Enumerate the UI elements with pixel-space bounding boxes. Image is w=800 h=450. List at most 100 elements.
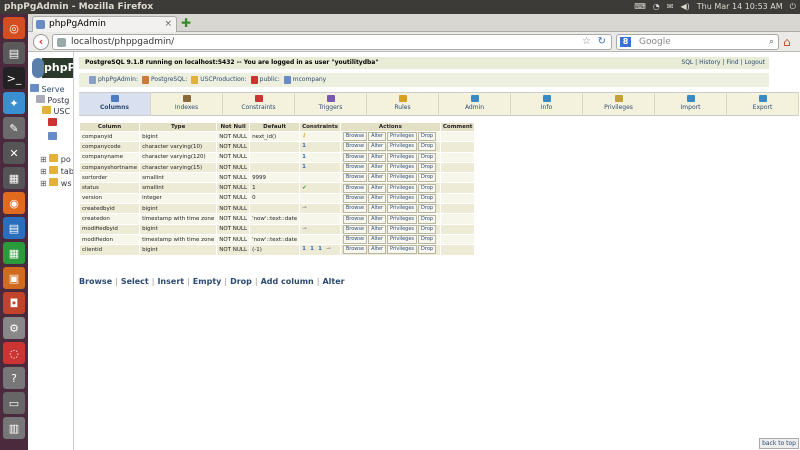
cell-column[interactable]: sortorder	[78, 172, 141, 184]
power-icon[interactable]: ⏻	[790, 0, 796, 14]
constraint-icon[interactable]: ⊸	[326, 246, 332, 253]
help-icon[interactable]: ◌	[3, 342, 25, 364]
tab-info[interactable]: Info	[511, 93, 583, 115]
tree-node-schema[interactable]	[48, 118, 57, 129]
alter-button[interactable]: Alter	[368, 142, 386, 152]
search-box[interactable]: 8 Google ⌕	[616, 34, 779, 50]
alter-button[interactable]: Alter	[368, 214, 386, 224]
system-settings-icon[interactable]: ⚙	[3, 317, 25, 339]
twitter-icon[interactable]: ✦	[3, 92, 25, 114]
fkey-icon[interactable]: ⊸	[302, 226, 308, 233]
drop-button[interactable]: Drop	[418, 132, 437, 142]
drop-button[interactable]: Drop	[418, 163, 437, 173]
privileges-button[interactable]: Privileges	[387, 214, 418, 224]
drop-button[interactable]: Drop	[418, 245, 437, 255]
unique-icon[interactable]: 1	[302, 154, 308, 161]
cell-column[interactable]: clientid	[78, 244, 141, 256]
tab-rules[interactable]: Rules	[367, 93, 439, 115]
cell-column[interactable]: createdbyid	[78, 203, 141, 215]
browse-button[interactable]: Browse	[342, 132, 368, 142]
bottom-link-insert[interactable]: Insert	[157, 277, 184, 286]
cell-column[interactable]: status	[78, 182, 141, 194]
breadcrumb-item[interactable]: public	[260, 76, 278, 83]
cell-column[interactable]: createdon	[78, 213, 141, 225]
workspace-icon[interactable]: ▭	[3, 392, 25, 414]
tree-node-ws[interactable]: ⊞ ws	[40, 178, 72, 189]
mail-icon[interactable]: ✉	[667, 0, 674, 14]
browse-button[interactable]: Browse	[342, 152, 368, 162]
calc-icon[interactable]: ▦	[3, 242, 25, 264]
drop-button[interactable]: Drop	[418, 173, 437, 183]
tab-import[interactable]: Import	[655, 93, 727, 115]
tree-node-po[interactable]: ⊞ po	[40, 154, 71, 165]
find-link[interactable]: Find	[726, 59, 738, 66]
writer-icon[interactable]: ▤	[3, 217, 25, 239]
alter-button[interactable]: Alter	[368, 235, 386, 245]
alter-button[interactable]: Alter	[368, 193, 386, 203]
bottom-link-browse[interactable]: Browse	[79, 277, 112, 286]
privileges-button[interactable]: Privileges	[387, 152, 418, 162]
alter-button[interactable]: Alter	[368, 152, 386, 162]
browse-button[interactable]: Browse	[342, 245, 368, 255]
drop-button[interactable]: Drop	[418, 235, 437, 245]
tab-columns[interactable]: Columns	[79, 93, 151, 115]
wifi-icon[interactable]: ◔	[653, 0, 660, 14]
privileges-button[interactable]: Privileges	[387, 193, 418, 203]
breadcrumb-item[interactable]: PostgreSQL	[151, 76, 185, 83]
close-tab-icon[interactable]: ×	[164, 17, 172, 32]
alter-button[interactable]: Alter	[368, 173, 386, 183]
new-tab-icon[interactable]: ✚	[181, 16, 191, 30]
privileges-button[interactable]: Privileges	[387, 163, 418, 173]
fkey-icon[interactable]: ⊸	[302, 205, 308, 212]
browser-tab[interactable]: phpPgAdmin ×	[32, 16, 177, 32]
privileges-button[interactable]: Privileges	[387, 183, 418, 193]
bottom-link-empty[interactable]: Empty	[193, 277, 222, 286]
alter-button[interactable]: Alter	[368, 183, 386, 193]
constraint-icon[interactable]: 1	[302, 246, 308, 253]
tree-node-tab[interactable]: ⊞ tab	[40, 166, 73, 177]
settings-icon[interactable]: ✕	[3, 142, 25, 164]
alter-button[interactable]: Alter	[368, 204, 386, 214]
site-identity-icon[interactable]	[57, 38, 66, 47]
search-engine-icon[interactable]: 8	[620, 37, 631, 47]
tree-node-servers[interactable]: Serve	[30, 84, 65, 95]
sql-link[interactable]: SQL	[681, 59, 693, 66]
tree-node-postgresql[interactable]: Postg	[36, 95, 69, 106]
tab-triggers[interactable]: Triggers	[295, 93, 367, 115]
constraint-icon[interactable]: 1	[318, 246, 324, 253]
firefox-icon[interactable]: ◉	[3, 192, 25, 214]
bookmark-star-icon[interactable]: ☆	[582, 35, 591, 49]
breadcrumb-item[interactable]: mcompany	[293, 76, 327, 83]
privileges-button[interactable]: Privileges	[387, 173, 418, 183]
privileges-button[interactable]: Privileges	[387, 224, 418, 234]
drop-button[interactable]: Drop	[418, 152, 437, 162]
alter-button[interactable]: Alter	[368, 132, 386, 142]
privileges-button[interactable]: Privileges	[387, 132, 418, 142]
terminal-icon[interactable]: >_	[3, 67, 25, 89]
drop-button[interactable]: Drop	[418, 183, 437, 193]
privileges-button[interactable]: Privileges	[387, 235, 418, 245]
browse-button[interactable]: Browse	[342, 163, 368, 173]
privileges-button[interactable]: Privileges	[387, 245, 418, 255]
url-bar[interactable]: localhost/phppgadmin/ ☆ ↻	[52, 34, 612, 50]
history-link[interactable]: History	[699, 59, 720, 66]
volume-icon[interactable]: ◀)	[680, 0, 689, 14]
search-icon[interactable]: ⌕	[769, 35, 774, 49]
logout-link[interactable]: Logout	[744, 59, 765, 66]
alter-button[interactable]: Alter	[368, 224, 386, 234]
reload-icon[interactable]: ↻	[598, 35, 606, 49]
cell-column[interactable]: companyid	[78, 130, 141, 143]
browse-button[interactable]: Browse	[342, 224, 368, 234]
dash-icon[interactable]: ◎	[3, 17, 25, 39]
back-button[interactable]: ‹	[33, 34, 49, 50]
bottom-link-drop[interactable]: Drop	[230, 277, 252, 286]
bottom-link-alter[interactable]: Alter	[322, 277, 344, 286]
unknown-app-icon[interactable]: ?	[3, 367, 25, 389]
tab-admin[interactable]: Admin	[439, 93, 511, 115]
breadcrumb-item[interactable]: USCProduction	[200, 76, 244, 83]
privileges-button[interactable]: Privileges	[387, 204, 418, 214]
tab-constraints[interactable]: Constraints	[223, 93, 295, 115]
tree-node-table[interactable]	[48, 132, 57, 143]
cell-column[interactable]: modifiedbyid	[78, 223, 141, 235]
drop-button[interactable]: Drop	[418, 224, 437, 234]
